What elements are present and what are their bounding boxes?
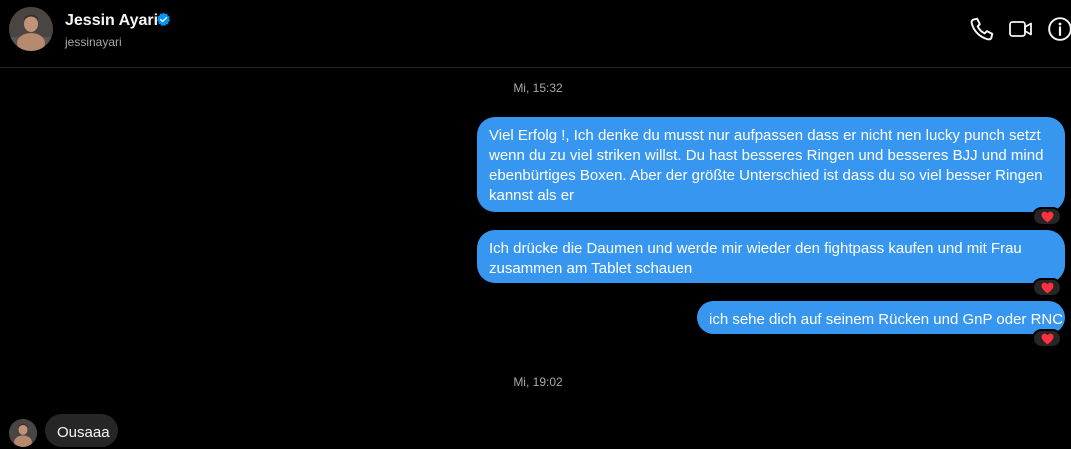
- message-text-line: ich sehe dich auf seinem Rücken und GnP …: [709, 311, 1064, 328]
- phone-icon: [970, 17, 994, 41]
- message-text-line: Ich drücke die Daumen und werde mir wied…: [489, 240, 1022, 257]
- chat-header: Jessin Ayari jessinayari: [0, 0, 1071, 68]
- contact-username: jessinayari: [65, 35, 122, 49]
- message-text-line: zusammen am Tablet schauen: [489, 260, 693, 277]
- avatar-photo-icon: [9, 419, 37, 447]
- heart-icon: [1041, 333, 1053, 344]
- message-reaction[interactable]: [1032, 207, 1062, 226]
- sent-message-bubble[interactable]: ich sehe dich auf seinem Rücken und GnP …: [697, 301, 1065, 334]
- heart-icon: [1041, 282, 1053, 293]
- sent-message-bubble[interactable]: Viel Erfolg !, Ich denke du musst nur au…: [477, 117, 1065, 212]
- message-timestamp: Mi, 15:32: [513, 81, 563, 95]
- verified-badge-icon: [156, 12, 171, 27]
- contact-name[interactable]: Jessin Ayari: [65, 12, 158, 30]
- sender-avatar[interactable]: [9, 419, 37, 447]
- message-reaction[interactable]: [1032, 329, 1062, 348]
- phone-call-button[interactable]: [969, 16, 995, 42]
- video-icon: [1009, 21, 1032, 37]
- message-text-line: Viel Erfolg !, Ich denke du musst nur au…: [489, 127, 1041, 144]
- heart-icon: [1041, 211, 1053, 222]
- message-timestamp: Mi, 19:02: [513, 375, 563, 389]
- conversation-info-button[interactable]: [1047, 16, 1071, 42]
- message-text-line: wenn du zu viel striken willst. Du hast …: [489, 147, 1044, 164]
- video-call-button[interactable]: [1008, 16, 1034, 42]
- info-icon: [1048, 17, 1071, 41]
- avatar-photo-icon: [9, 7, 53, 51]
- received-message-bubble[interactable]: Ousaaa: [45, 414, 118, 447]
- message-text-line: Ousaaa: [57, 424, 110, 441]
- message-text-line: ebenbürtiges Boxen. Aber der größte Unte…: [489, 167, 1043, 184]
- sent-message-bubble[interactable]: Ich drücke die Daumen und werde mir wied…: [477, 230, 1065, 283]
- message-text-line: kannst als er: [489, 187, 575, 204]
- contact-avatar[interactable]: [9, 7, 53, 51]
- message-reaction[interactable]: [1032, 278, 1062, 297]
